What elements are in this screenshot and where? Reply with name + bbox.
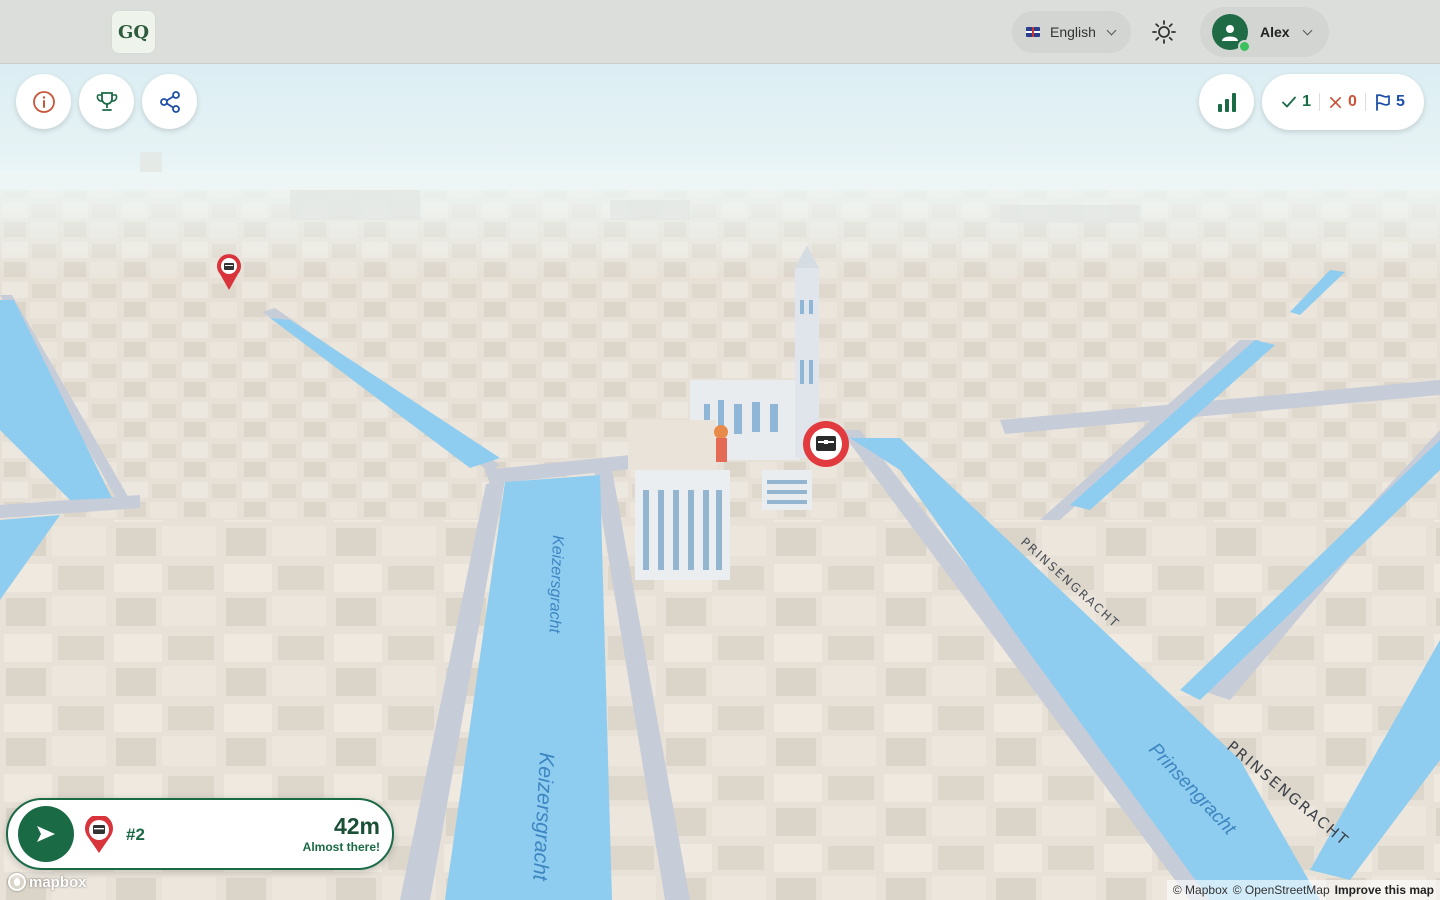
flags-count: 5 (1374, 93, 1405, 111)
chevron-down-icon (1302, 25, 1313, 35)
mapbox-icon (8, 873, 26, 891)
map-surface: Keizersgracht Keizersgracht PRINSENGRACH… (0, 64, 1440, 900)
divider (1364, 93, 1366, 111)
navigation-arrow-icon (37, 826, 55, 842)
chevron-down-icon (1106, 25, 1117, 35)
language-label: English (1050, 24, 1096, 40)
sun-icon (1152, 20, 1176, 44)
improve-map-link[interactable]: Improve this map (1335, 883, 1434, 897)
user-menu-button[interactable]: Alex (1200, 7, 1329, 57)
target-distance: 42m (333, 813, 380, 839)
target-number: #2 (126, 825, 145, 844)
map-attribution: © Mapbox © OpenStreetMap Improve this ma… (1166, 880, 1440, 900)
flags-value: 5 (1395, 93, 1405, 110)
score-summary[interactable]: 1 0 5 (1262, 74, 1424, 130)
stats-chart-button[interactable] (1199, 74, 1254, 129)
info-icon (32, 90, 55, 113)
treasure-marker-near[interactable] (803, 421, 849, 467)
user-icon (1222, 25, 1238, 41)
theme-toggle-button[interactable] (1143, 11, 1185, 53)
treasure-chest-icon (816, 436, 836, 451)
treasure-pin-icon (85, 816, 113, 853)
trophy-icon (96, 91, 117, 111)
wrong-count: 0 (1328, 93, 1357, 111)
attribution-osm-link[interactable]: © OpenStreetMap (1233, 883, 1330, 897)
map-canvas[interactable]: Keizersgracht Keizersgracht PRINSENGRACH… (0, 0, 1440, 900)
uk-flag-icon (1026, 27, 1040, 37)
avatar (1212, 14, 1251, 53)
bar-chart-icon (1217, 92, 1236, 112)
top-bar: GQ English Alex (0, 0, 1440, 64)
app-logo[interactable]: GQ (111, 10, 156, 54)
language-selector[interactable]: English (1012, 11, 1131, 53)
share-icon (159, 90, 180, 113)
user-name: Alex (1260, 24, 1290, 40)
divider (1319, 93, 1321, 111)
share-button[interactable] (142, 74, 197, 129)
attribution-mapbox-link[interactable]: © Mapbox (1173, 883, 1228, 897)
leaderboard-trophy-button[interactable] (79, 74, 134, 129)
correct-count: 1 (1281, 93, 1311, 111)
wrong-value: 0 (1348, 93, 1357, 110)
target-status: Almost there! (302, 840, 380, 854)
map-label-keizersgracht-upper: Keizersgracht (546, 535, 566, 634)
navigate-button[interactable] (18, 806, 74, 862)
mapbox-logo-text: mapbox (29, 873, 87, 891)
check-icon (1282, 96, 1297, 108)
correct-value: 1 (1302, 93, 1312, 110)
flag-icon (1376, 94, 1390, 111)
cross-icon (1330, 96, 1342, 108)
treasure-chest-icon (224, 263, 234, 270)
navigation-card[interactable]: #2 42m Almost there! (6, 798, 394, 870)
logo-text: GQ (117, 21, 150, 43)
online-status-dot (1238, 40, 1251, 53)
mapbox-logo[interactable]: mapbox (8, 873, 87, 891)
info-button[interactable] (16, 74, 71, 129)
